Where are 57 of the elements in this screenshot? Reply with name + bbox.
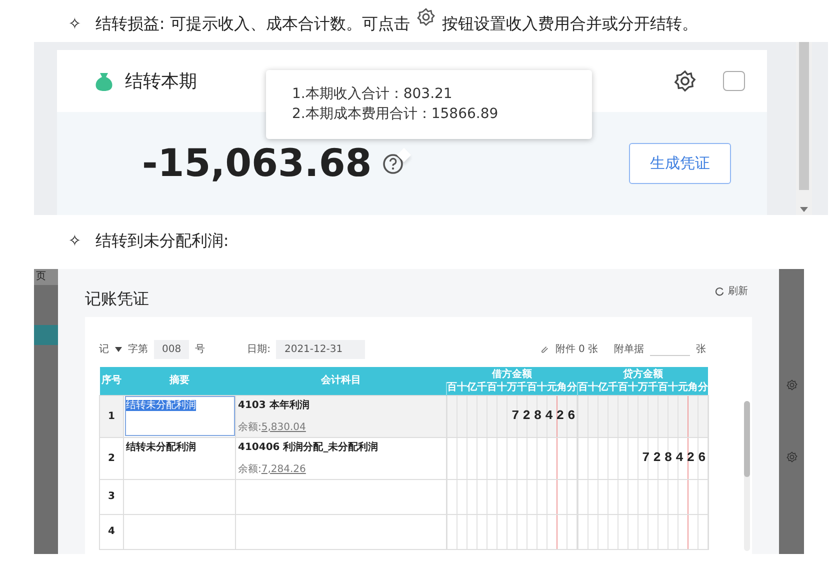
instruction-text: 结转到未分配利润: <box>95 230 229 252</box>
page-tab-label: 页 <box>34 269 58 285</box>
account-text: 4103 本年利润 <box>238 398 310 412</box>
refresh-icon <box>715 286 724 296</box>
checkbox[interactable] <box>723 71 745 91</box>
date-field[interactable]: 2021-12-31 <box>276 340 365 358</box>
summary-text: 结转未分配利润 <box>126 400 196 410</box>
balance-value: 5,830.04 <box>261 420 306 434</box>
dialog-title: 记账凭证 <box>85 288 149 310</box>
number-field[interactable]: 008 <box>154 340 190 358</box>
card-title: 结转本期 <box>125 70 197 94</box>
tooltip-text: 2.本期成本费用合计：15866.89 <box>292 105 500 124</box>
money-bag-icon <box>93 70 115 92</box>
field-label: 附单据 <box>614 342 644 356</box>
summary-text: 结转未分配利润 <box>126 442 196 452</box>
settings-icon[interactable] <box>673 69 697 93</box>
column-header: 借方金额 <box>446 367 578 382</box>
field-label: 日期: <box>247 342 270 356</box>
summary-cell[interactable] <box>124 479 236 514</box>
instruction-text: 按钮设置收入费用合并或分开结转。 <box>442 13 698 35</box>
balance-label: 余额: <box>238 462 262 476</box>
summary-cell[interactable] <box>124 514 236 549</box>
account-text: 410406 利润分配_未分配利润 <box>238 440 380 454</box>
refresh-link[interactable]: 刷新 <box>715 284 748 298</box>
instruction-text: 结转损益: 可提示收入、成本合计数。可点击 <box>95 13 410 35</box>
field-label: 号 <box>195 342 206 356</box>
balance-value: 7,284.26 <box>261 462 306 476</box>
generate-voucher-button[interactable]: 生成凭证 <box>629 143 731 184</box>
summary-cell[interactable]: 结转未分配利润 <box>124 437 236 479</box>
attachment-link[interactable]: 附件 0 张 <box>555 342 598 356</box>
row-number: 1 <box>100 395 124 437</box>
paperclip-icon[interactable] <box>540 344 550 354</box>
row-number: 3 <box>100 479 124 514</box>
tooltip-text: 1.本期收入合计：803.21 <box>292 85 454 104</box>
help-icon[interactable] <box>382 152 404 174</box>
balance-label: 余额: <box>238 420 262 434</box>
unit-header: 百十亿千百十万千百十元角分 <box>578 382 708 395</box>
menu-highlight-bar <box>34 325 58 345</box>
column-header: 序号 <box>100 367 124 395</box>
row-number: 4 <box>100 514 124 549</box>
amount-value: -15,063.68 <box>142 140 372 187</box>
column-header: 摘要 <box>124 367 236 395</box>
amount-digits: 728426 <box>640 448 710 466</box>
settings-icon <box>416 7 436 27</box>
row-number: 2 <box>100 437 124 479</box>
column-header: 会计科目 <box>236 367 446 395</box>
amount-digits: 728426 <box>510 406 579 424</box>
bullet-icon: ✧ <box>68 229 82 253</box>
voucher-word[interactable]: 记 <box>99 342 109 356</box>
field-label: 张 <box>696 342 706 356</box>
summary-cell[interactable]: 结转未分配利润 <box>124 395 236 437</box>
caret-icon[interactable] <box>115 346 122 352</box>
scroll-down-icon[interactable] <box>800 207 808 212</box>
column-header: 贷方金额 <box>578 367 708 382</box>
bullet-icon: ✧ <box>68 12 82 36</box>
field-label: 字第 <box>128 342 148 356</box>
unit-header: 百十亿千百十万千百十元角分 <box>446 382 578 395</box>
